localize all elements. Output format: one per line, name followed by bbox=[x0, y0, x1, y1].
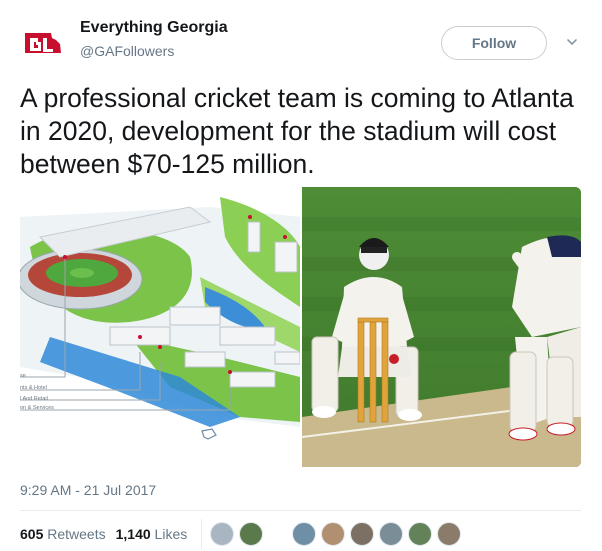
georgia-logo-icon bbox=[25, 33, 61, 53]
chevron-down-icon[interactable] bbox=[565, 35, 579, 49]
liker-avatar[interactable] bbox=[437, 522, 461, 546]
avatar[interactable] bbox=[20, 20, 66, 66]
legend-item: se bbox=[20, 373, 26, 379]
divider bbox=[20, 510, 581, 511]
map-compass-icon bbox=[201, 428, 217, 440]
liker-avatar[interactable] bbox=[239, 522, 263, 546]
legend-item: on & Services bbox=[20, 405, 54, 411]
likes-count: 1,140 bbox=[115, 526, 151, 542]
legend-item: nts & Hotel bbox=[20, 385, 47, 391]
liker-avatar[interactable] bbox=[210, 522, 234, 546]
tweet-stats: 605 Retweets 1,140 Likes bbox=[20, 526, 187, 542]
legend-item: l And Retail bbox=[20, 396, 48, 402]
likers-list bbox=[210, 522, 466, 546]
display-name[interactable]: Everything Georgia bbox=[80, 19, 228, 37]
tweet-timestamp[interactable]: 9:29 AM - 21 Jul 2017 bbox=[20, 482, 156, 498]
likes-stat[interactable]: 1,140 Likes bbox=[116, 526, 188, 542]
liker-avatar[interactable] bbox=[379, 522, 403, 546]
liker-avatar[interactable] bbox=[350, 522, 374, 546]
media-grid: se nts & Hotel l And Retail on & Service… bbox=[20, 187, 581, 467]
retweets-stat[interactable]: 605 Retweets bbox=[20, 526, 106, 542]
liker-avatar[interactable] bbox=[408, 522, 432, 546]
stats-separator bbox=[201, 519, 202, 549]
retweets-label: Retweets bbox=[47, 526, 106, 542]
likes-label: Likes bbox=[154, 526, 188, 542]
tweet-text: A professional cricket team is coming to… bbox=[20, 83, 574, 179]
liker-avatar[interactable] bbox=[321, 522, 345, 546]
cricket-match-image[interactable] bbox=[301, 187, 581, 467]
user-handle[interactable]: @GAFollowers bbox=[80, 43, 174, 59]
follow-button[interactable]: Follow bbox=[441, 26, 547, 60]
stadium-plan-image[interactable]: se nts & Hotel l And Retail on & Service… bbox=[20, 187, 301, 467]
retweets-count: 605 bbox=[20, 526, 44, 542]
liker-avatar[interactable] bbox=[292, 522, 316, 546]
